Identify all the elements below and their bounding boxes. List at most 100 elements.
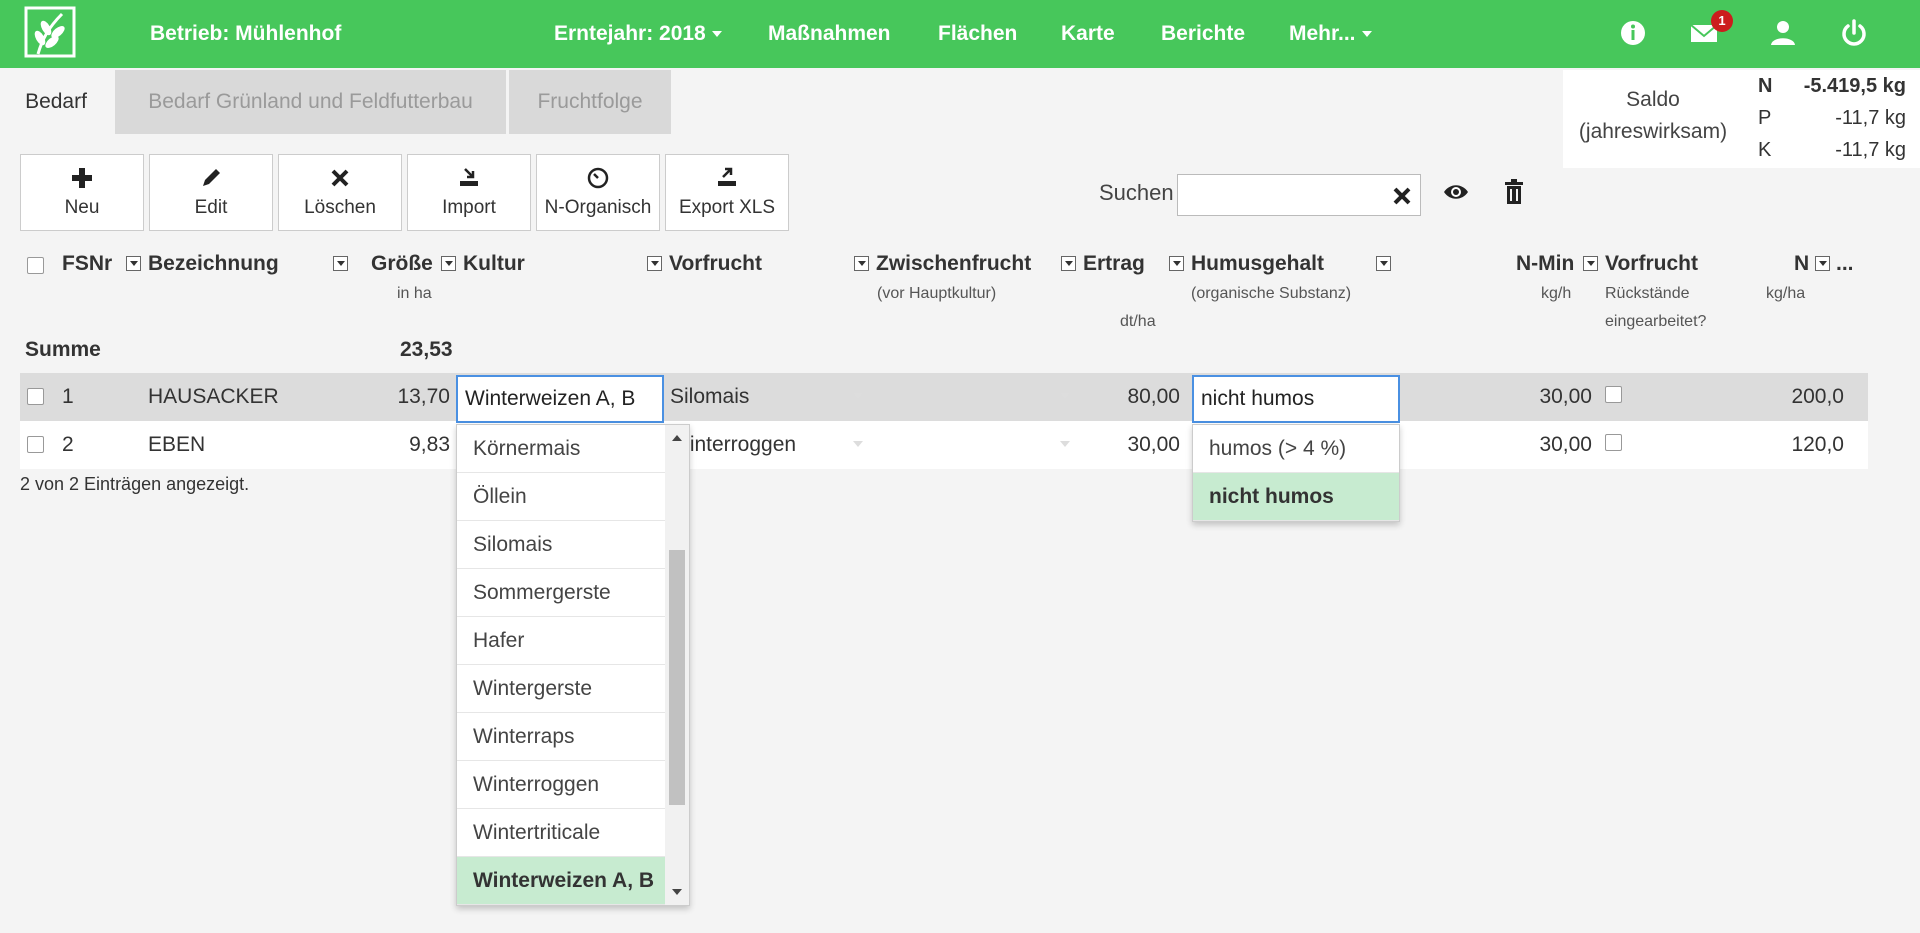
rueckstaende-checkbox[interactable] (1605, 386, 1622, 403)
kultur-dropdown-list[interactable]: Körnermais Öllein Silomais Sommergerste … (456, 424, 690, 906)
search-input[interactable] (1177, 174, 1421, 216)
table-row[interactable]: 2 EBEN 9,83 Winterroggen 30,00 30,00 120… (20, 421, 1868, 469)
filter-button[interactable] (441, 256, 456, 271)
header-groesse-unit: in ha (397, 285, 432, 302)
export-xls-button[interactable]: Export XLS (665, 154, 789, 231)
dropdown-option[interactable]: Sommergerste (457, 569, 665, 617)
cell-vorfrucht[interactable]: Silomais (670, 373, 749, 421)
dropdown-option[interactable]: Öllein (457, 473, 665, 521)
cell-bezeichnung: EBEN (148, 433, 206, 456)
cell-fsnr: 1 (62, 385, 74, 408)
summe-label: Summe (25, 338, 101, 361)
row-checkbox[interactable] (27, 388, 44, 405)
tab-bedarf[interactable]: Bedarf (0, 70, 112, 134)
rueckstaende-checkbox[interactable] (1605, 434, 1622, 451)
table-row[interactable]: 1 HAUSACKER 13,70 Silomais 80,00 30,00 2… (20, 373, 1868, 421)
header-groesse[interactable]: Größe (371, 252, 433, 276)
farm-name[interactable]: Betrieb: Mühlenhof (150, 0, 341, 68)
trash-icon[interactable] (1502, 178, 1526, 206)
cell-n: 200,0 (1791, 385, 1844, 408)
dropdown-option[interactable]: Wintertriticale (457, 809, 665, 857)
dropdown-option[interactable]: Wintergerste (457, 665, 665, 713)
clear-search-icon[interactable] (1390, 180, 1414, 210)
nav-mehr-dropdown[interactable]: Mehr... (1289, 0, 1372, 68)
header-n[interactable]: N (1794, 252, 1809, 276)
gauge-icon (587, 167, 609, 189)
row-checkbox[interactable] (27, 436, 44, 453)
caret-down-icon[interactable] (853, 393, 863, 399)
cell-fsnr: 2 (62, 433, 74, 456)
loeschen-button[interactable]: Löschen (278, 154, 402, 231)
header-vorfrucht-sub1: Rückstände (1605, 285, 1690, 302)
import-button[interactable]: Import (407, 154, 531, 231)
wheat-logo-icon[interactable] (22, 4, 78, 60)
scroll-down-icon[interactable] (672, 889, 682, 895)
header-kultur[interactable]: Kultur (463, 252, 525, 276)
top-navbar: Betrieb: Mühlenhof Erntejahr: 2018 Maßna… (0, 0, 1920, 68)
x-icon (331, 169, 349, 187)
nav-karte[interactable]: Karte (1061, 0, 1115, 68)
header-vorfrucht[interactable]: Vorfrucht (669, 252, 762, 276)
header-bezeichnung[interactable]: Bezeichnung (148, 252, 279, 276)
select-all-checkbox[interactable] (27, 257, 44, 274)
dropdown-option[interactable]: Silomais (457, 521, 665, 569)
dropdown-option[interactable]: humos (> 4 %) (1193, 425, 1399, 473)
kultur-edit-input[interactable]: Winterweizen A, B (456, 375, 664, 423)
user-icon[interactable] (1768, 18, 1798, 48)
dropdown-option[interactable]: Hafer (457, 617, 665, 665)
cell-ertrag: 30,00 (1127, 433, 1180, 456)
import-icon (460, 168, 478, 186)
summe-groesse: 23,53 (400, 338, 453, 361)
export-icon (718, 167, 736, 186)
header-n-min-unit: kg/h (1541, 285, 1572, 302)
filter-button[interactable] (1815, 256, 1830, 271)
dropdown-scrollbar[interactable] (665, 425, 689, 905)
nav-massnahmen[interactable]: Maßnahmen (768, 0, 891, 68)
neu-button[interactable]: Neu (20, 154, 144, 231)
filter-button[interactable] (126, 256, 141, 271)
edit-button[interactable]: Edit (149, 154, 273, 231)
nav-berichte[interactable]: Berichte (1161, 0, 1245, 68)
saldo-key: N (1758, 75, 1773, 97)
filter-button[interactable] (1169, 256, 1184, 271)
filter-button[interactable] (1061, 256, 1076, 271)
eye-icon[interactable] (1442, 180, 1470, 204)
header-fsnr[interactable]: FSNr (62, 252, 112, 276)
header-ertrag[interactable]: Ertrag (1083, 252, 1145, 276)
humus-dropdown-list[interactable]: humos (> 4 %) nicht humos (1192, 424, 1400, 522)
dropdown-option-selected[interactable]: Winterweizen A, B (457, 857, 665, 905)
filter-button[interactable] (1376, 256, 1391, 271)
dropdown-option[interactable]: Körnermais (457, 425, 665, 473)
caret-down-icon[interactable] (853, 441, 863, 447)
filter-button[interactable] (333, 256, 348, 271)
scroll-thumb[interactable] (669, 550, 685, 805)
caret-down-icon (711, 31, 722, 38)
nav-flaechen[interactable]: Flächen (938, 0, 1017, 68)
filter-button[interactable] (1583, 256, 1598, 271)
table-info: 2 von 2 Einträgen angezeigt. (20, 474, 250, 494)
header-more[interactable]: ... (1836, 252, 1854, 276)
nav-erntejahr-dropdown[interactable]: Erntejahr: 2018 (554, 0, 722, 68)
saldo-label: Saldo (jahreswirksam) (1563, 84, 1743, 148)
info-icon[interactable] (1618, 18, 1648, 48)
header-vorfrucht-rueckstaende[interactable]: Vorfrucht (1605, 252, 1698, 276)
power-icon[interactable] (1839, 18, 1869, 48)
n-organisch-button[interactable]: N-Organisch (536, 154, 660, 231)
filter-button[interactable] (647, 256, 662, 271)
filter-button[interactable] (854, 256, 869, 271)
caret-down-icon (1361, 31, 1372, 38)
pencil-icon (203, 169, 220, 186)
header-n-min[interactable]: N-Min (1516, 252, 1574, 276)
import-button-label: Import (442, 197, 496, 218)
tab-fruchtfolge[interactable]: Fruchtfolge (509, 70, 671, 134)
header-zwischenfrucht[interactable]: Zwischenfrucht (876, 252, 1031, 276)
dropdown-option[interactable]: Winterraps (457, 713, 665, 761)
loeschen-button-label: Löschen (304, 197, 376, 218)
humus-edit-input[interactable]: nicht humos (1192, 375, 1400, 423)
dropdown-option-selected[interactable]: nicht humos (1193, 473, 1399, 521)
scroll-up-icon[interactable] (672, 435, 682, 441)
tab-bedarf-gruenland[interactable]: Bedarf Grünland und Feldfutterbau (115, 70, 506, 134)
mail-count-badge: 1 (1711, 10, 1733, 32)
header-humusgehalt[interactable]: Humusgehalt (1191, 252, 1324, 276)
dropdown-option[interactable]: Winterroggen (457, 761, 665, 809)
